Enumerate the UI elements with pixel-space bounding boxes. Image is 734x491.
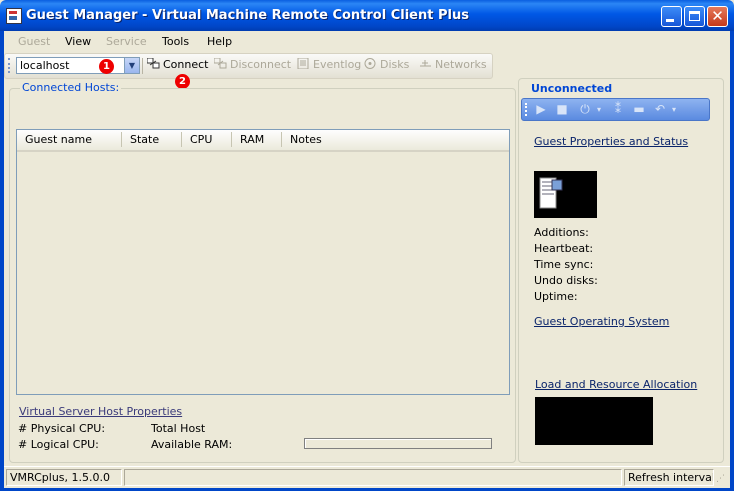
eventlog-button[interactable]: Eventlog — [297, 58, 361, 74]
annotation-marker-2: 2 — [175, 74, 190, 89]
menu-service[interactable]: Service — [106, 35, 147, 48]
close-icon: ✕ — [711, 7, 724, 25]
resize-grip[interactable]: ⋰ — [716, 473, 728, 485]
status-panel — [124, 469, 622, 486]
version-panel: VMRCplus, 1.5.0.0 — [6, 469, 122, 486]
host-properties-link[interactable]: Virtual Server Host Properties — [19, 405, 182, 418]
available-ram-label: Available RAM: — [151, 438, 233, 451]
physical-cpu-label: # Physical CPU: — [18, 422, 106, 435]
networks-icon — [420, 60, 431, 67]
networks-button[interactable]: Networks — [419, 58, 487, 74]
load-resource-link[interactable]: Load and Resource Allocation — [535, 378, 697, 391]
total-host-ram-label: Total Host RAM: — [151, 422, 206, 434]
eventlog-label: Eventlog — [313, 58, 362, 71]
play-icon[interactable]: ▶ — [534, 103, 548, 116]
window-title: Guest Manager - Virtual Machine Remote C… — [26, 8, 469, 23]
window-frame-left — [0, 31, 4, 491]
guest-properties-link[interactable]: Guest Properties and Status — [534, 135, 688, 148]
column-guest-name[interactable]: Guest name — [17, 133, 122, 150]
power-icon[interactable]: ⏻ — [578, 103, 592, 116]
uptime-label: Uptime: — [534, 290, 578, 303]
minimize-icon — [666, 19, 674, 22]
disconnect-icon — [214, 58, 227, 69]
main-toolbar: localhost ▼ Connect Disconnect Eventlog … — [4, 53, 493, 79]
menu-view[interactable]: View — [65, 35, 91, 48]
undo-icon[interactable]: ↶ — [653, 103, 667, 116]
status-bar: VMRCplus, 1.5.0.0 Refresh interval: ⋰ — [4, 466, 730, 488]
disconnect-label: Disconnect — [230, 58, 292, 71]
guest-toolbar: ▶ ■ ⏻ ▾ ⁑ ▬ ↶ ▾ — [521, 98, 710, 121]
host-combo-value: localhost — [20, 59, 70, 72]
column-cpu[interactable]: CPU — [182, 133, 232, 150]
menu-guest[interactable]: Guest — [18, 35, 50, 48]
menu-help[interactable]: Help — [207, 35, 232, 48]
toolbar-separator — [142, 58, 143, 74]
logical-cpu-label: # Logical CPU: — [18, 438, 99, 451]
stop-icon[interactable]: ■ — [555, 103, 569, 116]
hosts-list[interactable]: Guest name State CPU RAM Notes — [16, 129, 510, 395]
properties-icon[interactable]: ⁑ — [611, 103, 625, 116]
title-bar[interactable]: Guest Manager - Virtual Machine Remote C… — [0, 0, 734, 31]
toolbar-grip[interactable] — [8, 58, 12, 73]
time-sync-label: Time sync: — [534, 258, 594, 271]
column-notes[interactable]: Notes — [282, 133, 402, 150]
disks-label: Disks — [380, 58, 410, 71]
minimize-button[interactable] — [661, 6, 682, 27]
main-window: Guest Manager - Virtual Machine Remote C… — [0, 0, 734, 491]
chevron-down-icon[interactable]: ▾ — [592, 103, 606, 116]
annotation-marker-1: 1 — [99, 59, 114, 74]
disks-button[interactable]: Disks — [364, 58, 409, 74]
disconnect-button[interactable]: Disconnect — [214, 58, 291, 74]
server-icon — [539, 177, 563, 209]
connect-icon — [147, 58, 160, 69]
eventlog-icon — [297, 58, 309, 69]
ram-usage-bar — [304, 438, 492, 449]
hosts-list-header: Guest name State CPU RAM Notes — [17, 130, 509, 152]
column-ram[interactable]: RAM — [232, 133, 282, 150]
host-combo[interactable]: localhost ▼ — [16, 57, 140, 74]
load-graph — [535, 397, 653, 445]
guest-os-link[interactable]: Guest Operating System — [534, 315, 669, 328]
maximize-icon — [689, 11, 700, 21]
maximize-button[interactable] — [684, 6, 705, 27]
heartbeat-label: Heartbeat: — [534, 242, 594, 255]
connected-hosts-title: Connected Hosts: — [20, 81, 122, 94]
guest-thumbnail — [534, 171, 597, 218]
toolbar-grip[interactable] — [525, 103, 529, 116]
menu-bar: Guest View Service Tools Help — [4, 31, 730, 51]
disks-icon — [364, 58, 376, 69]
chevron-down-icon[interactable]: ▼ — [124, 58, 139, 73]
refresh-interval-panel: Refresh interval: — [624, 469, 714, 486]
connect-label: Connect — [163, 58, 209, 71]
close-button[interactable]: ✕ — [707, 6, 728, 27]
additions-label: Additions: — [534, 226, 589, 239]
connection-status: Unconnected — [531, 82, 613, 95]
app-icon — [6, 8, 22, 24]
undo-disks-label: Undo disks: — [534, 274, 598, 287]
screen-icon[interactable]: ▬ — [632, 103, 646, 116]
menu-tools[interactable]: Tools — [162, 35, 189, 48]
window-frame-right — [730, 31, 734, 491]
chevron-down-icon[interactable]: ▾ — [667, 103, 681, 116]
connect-button[interactable]: Connect — [147, 58, 208, 74]
column-state[interactable]: State — [122, 133, 182, 150]
networks-label: Networks — [435, 58, 487, 71]
